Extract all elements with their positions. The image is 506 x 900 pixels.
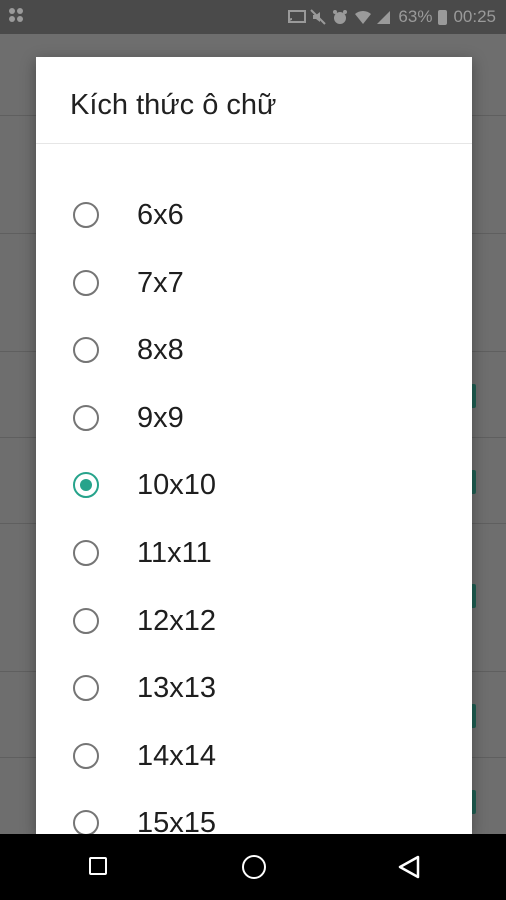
radio-unselected-icon[interactable] <box>73 742 99 769</box>
radio-option-label: 14x14 <box>137 739 217 772</box>
radio-option-label: 11x11 <box>137 537 212 569</box>
back-icon <box>398 855 420 879</box>
radio-option-label: 6x6 <box>137 199 184 231</box>
radio-option[interactable]: 8x8 <box>36 334 472 417</box>
navigation-bar <box>0 834 506 900</box>
grid-size-dialog: Kích thức ô chữ 6x6 7x7 8x8 9x9 10x10 11x11 12… <box>36 57 472 834</box>
radio-option[interactable]: 14x14 <box>36 740 472 823</box>
radio-unselected-icon[interactable] <box>73 269 99 296</box>
alarm-icon <box>332 9 348 25</box>
radio-option-label: 12x12 <box>137 604 217 637</box>
radio-unselected-icon[interactable] <box>73 607 99 634</box>
dialog-title: Kích thức ô chữ <box>70 89 277 121</box>
radio-unselected-icon[interactable] <box>73 337 99 364</box>
signal-icon <box>376 9 392 25</box>
radio-option-label: 15x15 <box>137 807 217 834</box>
home-button[interactable] <box>213 834 293 900</box>
battery-icon <box>438 9 448 25</box>
radio-option[interactable]: 7x7 <box>36 267 472 350</box>
cast-icon <box>288 9 307 25</box>
radio-option[interactable]: 11x11 <box>36 537 472 620</box>
radio-option[interactable]: 10x10 <box>36 469 472 552</box>
home-icon <box>242 855 266 879</box>
radio-option-label: 9x9 <box>137 401 184 434</box>
radio-unselected-icon[interactable] <box>73 540 99 566</box>
radio-option[interactable]: 15x15 <box>36 807 472 834</box>
radio-option[interactable]: 13x13 <box>36 672 472 755</box>
app-grid-icon <box>8 7 24 28</box>
radio-selected-icon[interactable] <box>73 472 99 499</box>
status-bar: 63% 00:25 <box>0 0 506 34</box>
radio-option-label: 13x13 <box>137 672 217 705</box>
radio-option-label: 8x8 <box>137 334 184 367</box>
wifi-icon <box>354 9 372 25</box>
battery-percent: 63% <box>398 7 433 26</box>
radio-unselected-icon[interactable] <box>73 202 99 228</box>
radio-option[interactable]: 6x6 <box>36 199 472 282</box>
clock: 00:25 <box>453 7 496 26</box>
radio-option-label: 10x10 <box>137 469 217 502</box>
recents-icon <box>89 857 107 875</box>
mute-icon <box>310 9 327 25</box>
recents-button[interactable] <box>58 834 138 900</box>
radio-unselected-icon[interactable] <box>73 675 99 702</box>
back-button[interactable] <box>368 834 448 900</box>
radio-option[interactable]: 9x9 <box>36 402 472 485</box>
radio-unselected-icon[interactable] <box>73 810 99 834</box>
radio-option[interactable]: 12x12 <box>36 605 472 688</box>
grid-size-option-list[interactable]: 6x6 7x7 8x8 9x9 10x10 11x11 12x12 13x13 14x14 15x… <box>36 144 472 834</box>
radio-unselected-icon[interactable] <box>73 404 99 431</box>
radio-option-label: 7x7 <box>137 266 184 299</box>
